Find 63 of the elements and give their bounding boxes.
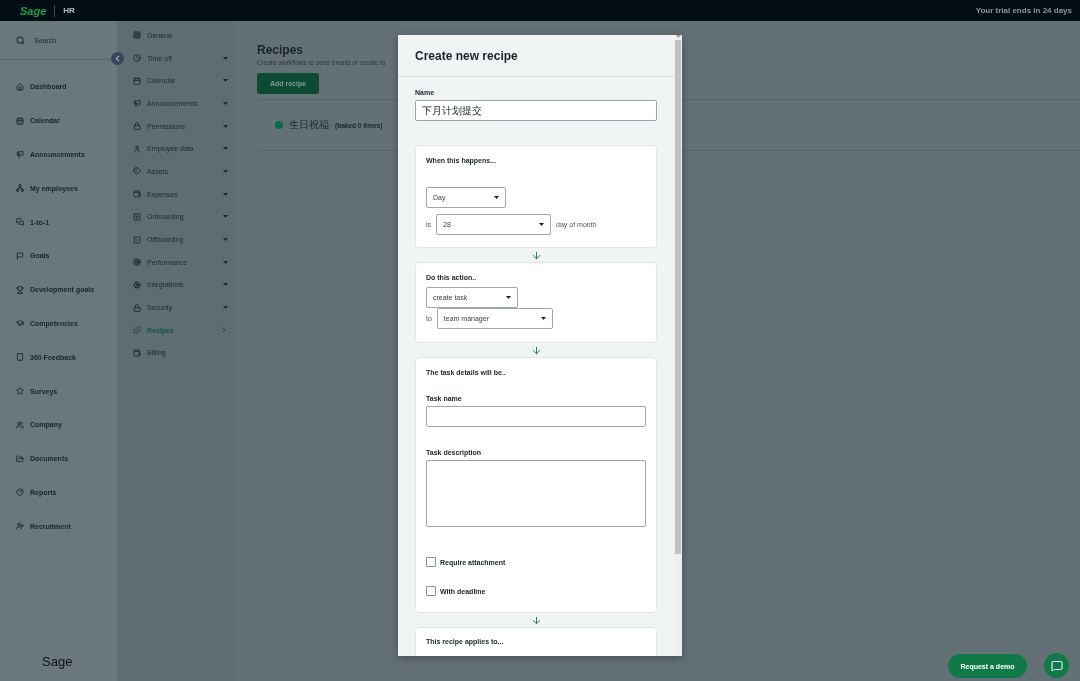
checkbox[interactable]	[426, 557, 436, 567]
sage-logo: Sage	[42, 654, 74, 669]
wallet-icon	[133, 348, 141, 357]
dialog-title: Create new recipe	[415, 48, 518, 63]
star-icon	[16, 387, 24, 396]
chat-bubbles-icon	[16, 218, 24, 227]
megaphone-icon	[133, 99, 141, 108]
caret-icon	[494, 196, 499, 199]
product-name: HR	[63, 6, 75, 15]
lock-icon	[133, 303, 141, 312]
caret-icon	[539, 223, 545, 226]
megaphone-icon	[16, 150, 24, 159]
arrow-down-icon	[530, 344, 542, 356]
calendar-icon	[16, 116, 24, 125]
chevron-left-icon	[113, 54, 122, 63]
calendar-icon	[133, 76, 141, 85]
person-icon	[133, 144, 141, 153]
trial-notice: Your trial ends in 24 days	[975, 6, 1072, 15]
clock-icon	[133, 54, 141, 63]
recipe-name[interactable]: 生日祝福	[289, 118, 329, 132]
task-description-field[interactable]	[426, 460, 646, 527]
org-chart-icon	[16, 184, 24, 193]
folder-icon	[16, 454, 24, 463]
chat-icon	[1050, 659, 1063, 672]
search-icon	[16, 35, 25, 45]
caret-icon	[223, 260, 228, 264]
checkbox[interactable]	[426, 586, 436, 596]
caret-icon	[675, 35, 681, 38]
scrollbar-thumb[interactable]	[675, 40, 681, 554]
add-user-icon	[16, 522, 24, 531]
name-field[interactable]: 下月计划提交	[415, 100, 657, 121]
puzzle-icon	[133, 326, 141, 335]
task-name-field[interactable]	[426, 406, 646, 427]
page-title: Recipes	[257, 43, 304, 57]
caret-icon	[223, 238, 228, 242]
caret-icon	[506, 296, 511, 299]
caret-icon	[223, 215, 228, 219]
caret-icon	[223, 56, 228, 60]
tags-icon	[133, 167, 141, 176]
caret-icon	[223, 169, 228, 173]
caret-icon	[223, 79, 228, 83]
people-icon	[16, 420, 24, 429]
lock-icon	[133, 122, 141, 131]
caret-icon	[223, 283, 228, 287]
plus-square-icon	[133, 212, 141, 221]
caret-icon	[223, 306, 228, 310]
minus-square-icon	[133, 235, 141, 244]
wallet-icon	[133, 190, 141, 199]
caret-icon	[223, 147, 228, 151]
tablet-icon	[16, 353, 24, 362]
trophy-icon	[16, 285, 24, 294]
flag-icon	[16, 251, 24, 260]
caret-icon	[223, 101, 228, 105]
graduation-cap-icon	[16, 319, 24, 328]
caret-icon	[540, 317, 546, 320]
sage-logo: Sage	[20, 4, 47, 17]
arrow-down-icon	[530, 249, 542, 261]
arrow-down-icon	[530, 614, 542, 626]
caret-icon	[223, 124, 228, 128]
caret-icon	[223, 192, 228, 196]
home-icon	[16, 82, 24, 91]
chevron-right-icon	[220, 326, 228, 335]
pie-chart-icon	[16, 488, 24, 497]
